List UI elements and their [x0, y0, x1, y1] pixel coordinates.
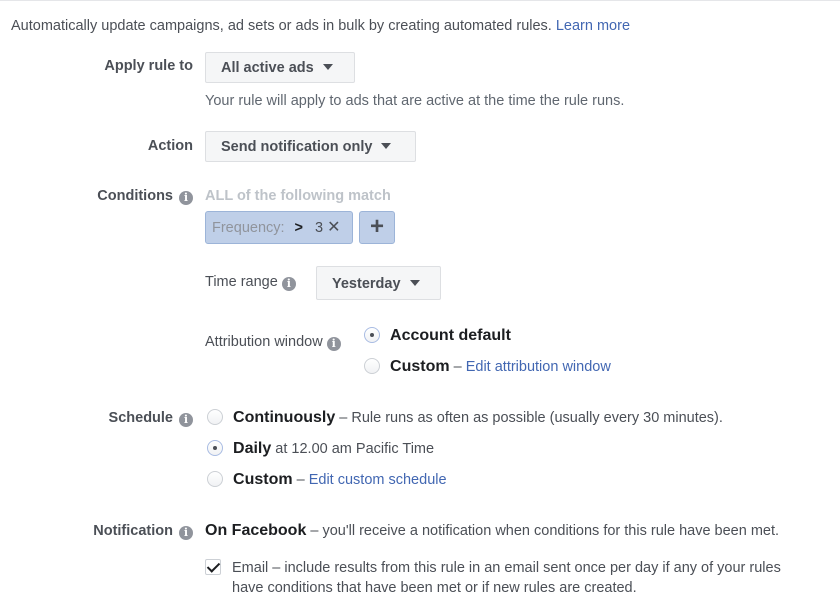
schedule-option-daily[interactable]: Daily at 12.00 am Pacific Time [207, 440, 434, 458]
option-separator: – [292, 472, 309, 488]
intro-description: Automatically update campaigns, ad sets … [11, 18, 552, 34]
condition-value: 3 [315, 220, 324, 236]
action-dropdown[interactable]: Send notification only [205, 131, 416, 162]
info-icon[interactable]: i [179, 526, 193, 540]
condition-field: Frequency: [212, 220, 285, 236]
time-range-dropdown[interactable]: Yesterday [316, 266, 441, 300]
attribution-window-label-text: Attribution window [205, 334, 323, 350]
intro-text: Automatically update campaigns, ad sets … [11, 18, 630, 34]
option-description: – Rule runs as often as possible (usuall… [335, 410, 723, 426]
action-label: Action [147, 138, 193, 154]
email-description-line1: Email – include results from this rule i… [232, 560, 781, 576]
schedule-option-custom[interactable]: Custom – Edit custom schedule [207, 471, 447, 489]
option-label: Custom [233, 471, 293, 488]
attribution-window-label: Attribution window i [205, 334, 341, 351]
info-icon[interactable]: i [281, 277, 296, 291]
conditions-label-text: Conditions [97, 188, 173, 204]
caret-down-icon [409, 280, 420, 286]
email-checkbox-row[interactable] [205, 559, 221, 580]
time-range-label: Time range i [205, 274, 296, 291]
schedule-option-continuously[interactable]: Continuously – Rule runs as often as pos… [207, 409, 723, 427]
option-separator: – [449, 359, 466, 375]
email-description-line2: have conditions that have been met or if… [232, 580, 637, 596]
attribution-option-account-default[interactable]: Account default [364, 327, 511, 345]
schedule-label-text: Schedule [108, 410, 173, 426]
edit-custom-schedule-link[interactable]: Edit custom schedule [309, 472, 447, 488]
action-value: Send notification only [221, 139, 373, 155]
radio-checked[interactable] [364, 327, 380, 343]
apply-rule-dropdown[interactable]: All active ads [205, 52, 355, 83]
top-divider [0, 0, 840, 1]
apply-rule-value: All active ads [221, 60, 314, 76]
option-label: Daily [233, 440, 272, 457]
attribution-option-custom[interactable]: Custom – Edit attribution window [364, 358, 611, 376]
add-condition-button[interactable]: + [359, 211, 395, 244]
notification-label-text: Notification [93, 523, 173, 539]
on-facebook-description: – you'll receive a notification when con… [306, 523, 780, 539]
option-label: Account default [390, 327, 511, 344]
apply-rule-label: Apply rule to [104, 58, 193, 74]
notification-on-facebook: On Facebook – you'll receive a notificat… [205, 522, 779, 540]
time-range-label-text: Time range [205, 274, 278, 290]
remove-condition-icon[interactable]: ✕ [327, 219, 340, 236]
email-description: Email – include results from this rule i… [232, 558, 781, 598]
caret-down-icon [322, 64, 333, 70]
email-checkbox[interactable] [205, 559, 221, 575]
option-description: at 12.00 am Pacific Time [271, 441, 435, 457]
info-icon[interactable]: i [179, 191, 193, 205]
condition-token-frequency[interactable]: Frequency: >3 ✕ [205, 211, 353, 244]
time-range-value: Yesterday [332, 276, 401, 292]
caret-down-icon [381, 143, 392, 149]
condition-operator: > [294, 220, 304, 236]
conditions-label: Conditions i [97, 188, 193, 205]
edit-attribution-window-link[interactable]: Edit attribution window [466, 359, 611, 375]
on-facebook-label: On Facebook [205, 522, 307, 539]
conditions-match-text: ALL of the following match [205, 188, 391, 204]
notification-label: Notification i [93, 523, 193, 540]
apply-rule-hint: Your rule will apply to ads that are act… [205, 93, 625, 109]
radio-unchecked[interactable] [364, 358, 380, 374]
learn-more-link[interactable]: Learn more [556, 18, 630, 34]
schedule-label: Schedule i [109, 410, 193, 427]
radio-checked[interactable] [207, 440, 223, 456]
info-icon[interactable]: i [179, 413, 193, 427]
info-icon[interactable]: i [326, 337, 341, 351]
option-label: Custom [390, 358, 450, 375]
option-label: Continuously [233, 409, 336, 426]
radio-unchecked[interactable] [207, 409, 223, 425]
radio-unchecked[interactable] [207, 471, 223, 487]
